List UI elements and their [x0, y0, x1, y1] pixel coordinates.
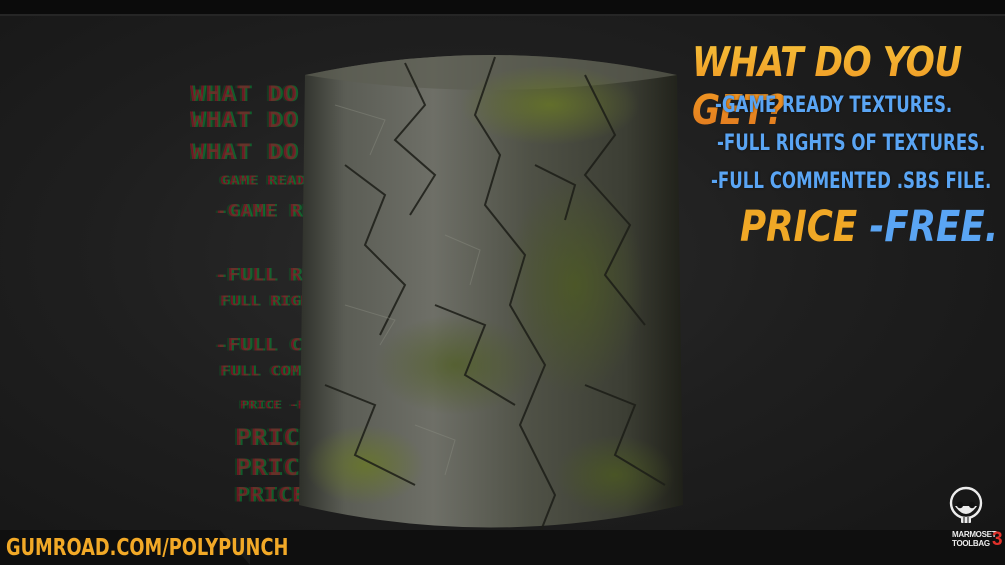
feature-item: -FULL COMMENTED .SBS FILE.	[711, 169, 992, 194]
gumroad-link[interactable]: GUMROAD.COM/POLYPUNCH	[6, 534, 288, 562]
marmoset-logo: MARMOSET TOOLBAG 3	[946, 484, 1003, 560]
logo-name: MARMOSET	[952, 530, 997, 539]
feature-list: -GAME READY TEXTURES. -FULL RIGHTS OF TE…	[711, 88, 1005, 202]
logo-sub: TOOLBAG	[952, 539, 990, 548]
price-value: -FREE.	[869, 202, 999, 252]
price-label: PRICE	[740, 202, 858, 252]
top-bar	[0, 0, 1005, 16]
price-line: PRICE -FREE.	[740, 202, 998, 252]
feature-item: -GAME READY TEXTURES.	[715, 93, 953, 118]
rock-cylinder-render	[285, 45, 695, 540]
feature-item: -FULL RIGHTS OF TEXTURES.	[717, 131, 986, 156]
marmoset-skull-icon	[949, 486, 983, 523]
info-panel: WHAT DO YOU GET? -GAME READY TEXTURES. -…	[690, 32, 998, 272]
logo-version: 3	[992, 529, 1003, 550]
